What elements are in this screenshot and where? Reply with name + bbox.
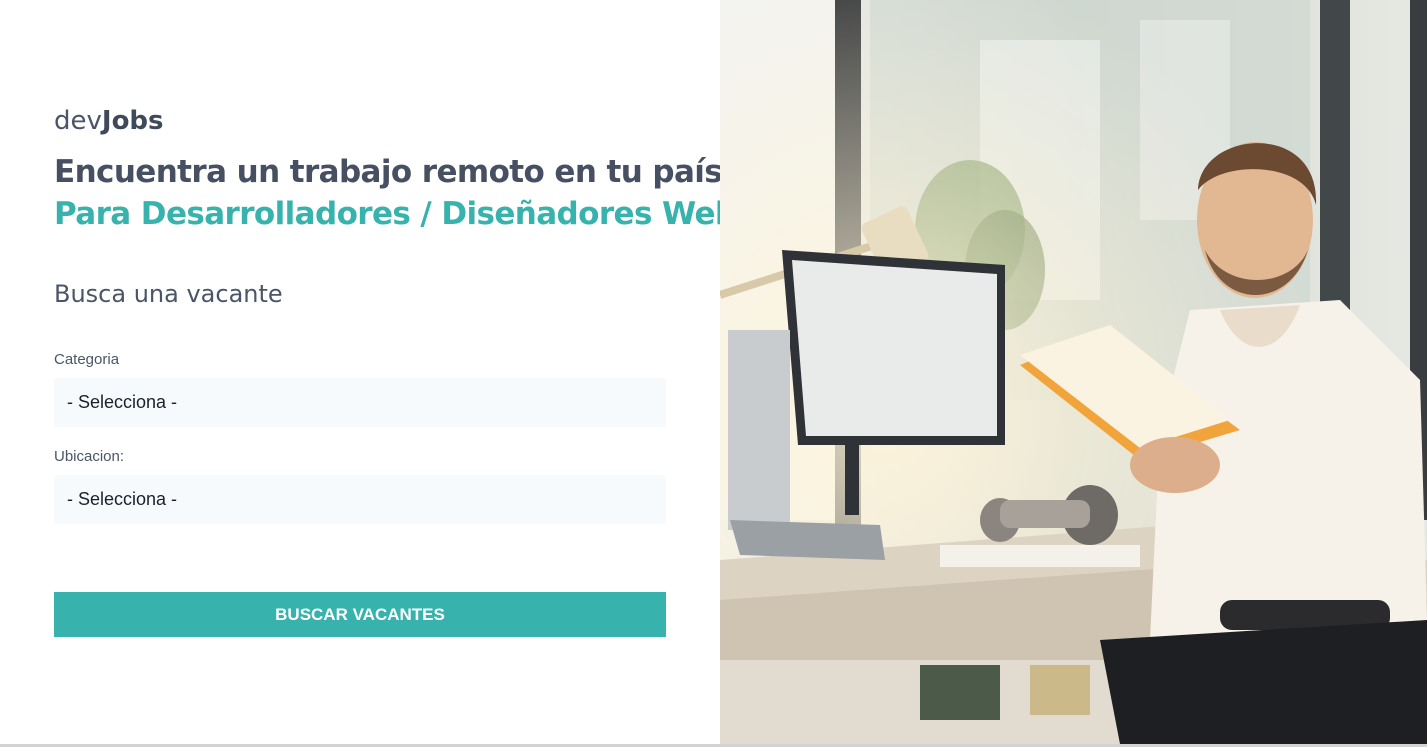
search-panel: devJobs Encuentra un trabajo remoto en t… <box>0 0 737 747</box>
hero-subtitle: Para Desarrolladores / Diseñadores Web <box>54 196 737 232</box>
office-photo-illustration <box>720 0 1427 744</box>
location-label: Ubicacion: <box>54 448 125 465</box>
location-select-value: - Selecciona - <box>67 489 178 509</box>
category-select[interactable]: - Selecciona - <box>54 378 666 427</box>
logo-prefix: dev <box>54 106 102 136</box>
search-submit-button[interactable]: BUSCAR VACANTES <box>54 592 666 637</box>
category-select-value: - Selecciona - <box>67 392 178 412</box>
location-select[interactable]: - Selecciona - <box>54 475 666 524</box>
logo[interactable]: devJobs <box>54 106 164 136</box>
search-heading: Busca una vacante <box>54 280 283 308</box>
page: devJobs Encuentra un trabajo remoto en t… <box>0 0 1427 747</box>
category-label: Categoria <box>54 351 120 368</box>
hero-image <box>720 0 1427 744</box>
logo-suffix: Jobs <box>101 106 164 136</box>
hero-title: Encuentra un trabajo remoto en tu país <box>54 154 723 190</box>
